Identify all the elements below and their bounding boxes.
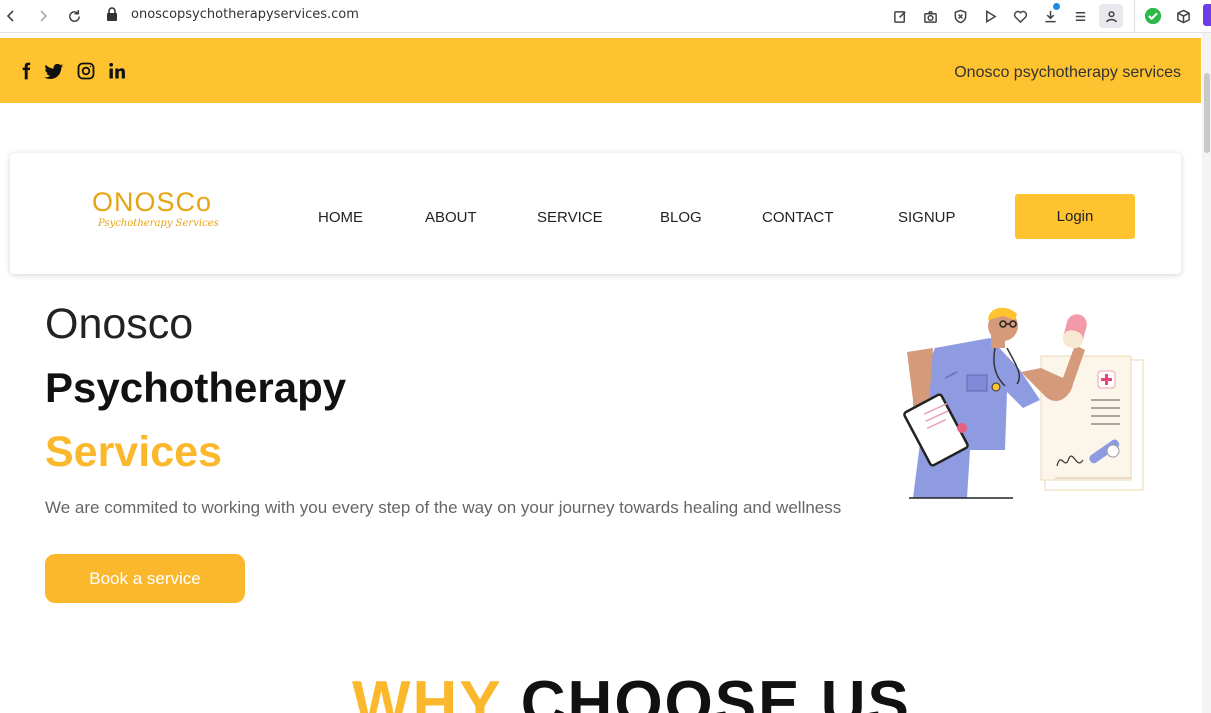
hero-title-line1: Onosco [45,300,194,348]
address-bar-url[interactable]: onoscopsychotherapyservices.com [131,7,359,22]
main-navbar: ONOSCo Psychotherapy Services HOME ABOUT… [10,153,1181,274]
toolbar-divider [1134,0,1135,33]
site-logo[interactable]: ONOSCo Psychotherapy Services [92,187,222,237]
logo-subtitle: Psychotherapy Services [98,218,219,229]
shield-icon[interactable] [950,6,970,26]
hero-title-line2: Psychotherapy [45,364,347,411]
login-button[interactable]: Login [1015,194,1135,239]
lock-icon [106,7,118,23]
nav-blog[interactable]: BLOG [660,209,702,226]
why-choose-us-main: CHOOSE US [520,669,911,713]
back-icon[interactable] [0,5,22,27]
hero-title-line3: Services [45,428,222,476]
scrollbar[interactable] [1202,33,1211,713]
reload-icon[interactable] [63,5,85,27]
why-choose-us-heading: WHY CHOOSE US [352,668,911,713]
browser-toolbar: onoscopsychotherapyservices.com [0,0,1211,33]
nav-signup[interactable]: SIGNUP [898,209,956,226]
tabs-menu-icon[interactable] [1070,6,1090,26]
facebook-icon[interactable] [15,60,37,82]
twitter-icon[interactable] [43,60,65,82]
download-icon[interactable] [1040,3,1060,26]
nav-home[interactable]: HOME [318,209,363,226]
cube-icon[interactable] [1173,6,1193,26]
scrollbar-thumb[interactable] [1204,73,1210,153]
forward-icon[interactable] [32,5,54,27]
play-icon[interactable] [980,6,1000,26]
top-bar: Onosco psychotherapy services [0,38,1201,103]
top-bar-tagline: Onosco psychotherapy services [954,64,1181,81]
book-service-button[interactable]: Book a service [45,554,245,603]
profile-icon[interactable] [1099,4,1123,28]
heart-icon[interactable] [1010,6,1030,26]
nav-about[interactable]: ABOUT [425,209,477,226]
download-badge [1053,3,1060,10]
linkedin-icon[interactable] [106,60,128,82]
nav-service[interactable]: SERVICE [537,209,603,226]
camera-icon[interactable] [920,6,940,26]
side-panel-tab[interactable] [1203,4,1211,26]
hero-description: We are commited to working with you ever… [45,498,842,517]
edit-icon[interactable] [890,6,910,26]
doctor-illustration [895,300,1150,505]
logo-wordmark: ONOSCo [92,187,213,217]
instagram-icon[interactable] [75,60,97,82]
check-extension-icon[interactable] [1143,6,1163,26]
nav-contact[interactable]: CONTACT [762,209,833,226]
why-choose-us-accent: WHY [352,669,502,713]
